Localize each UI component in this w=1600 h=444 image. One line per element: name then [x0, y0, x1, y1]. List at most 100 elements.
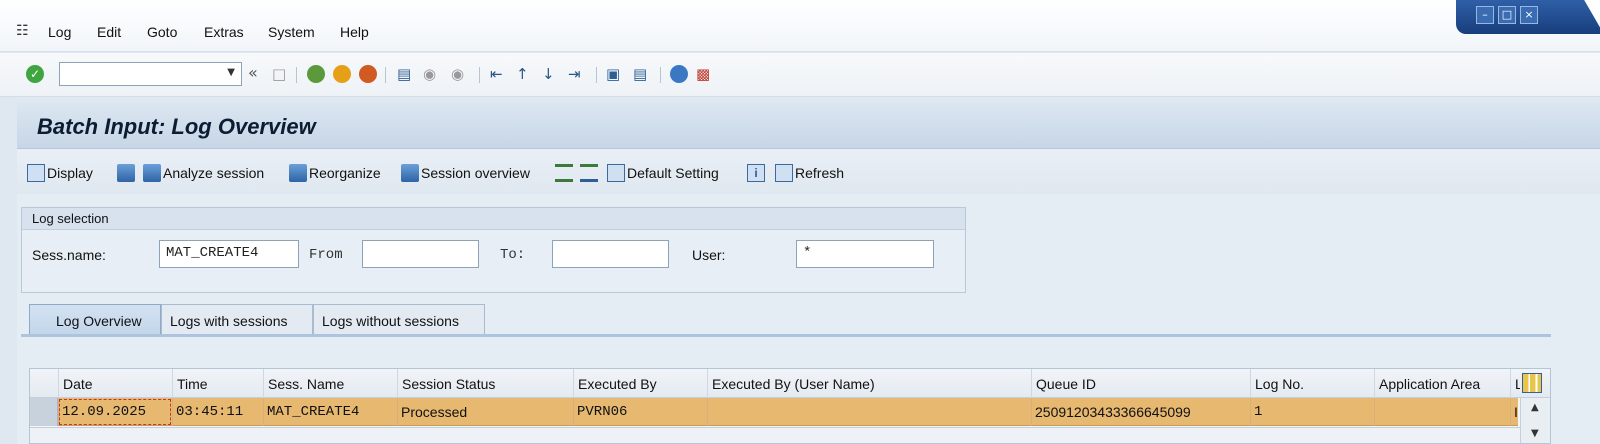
log-table: Date Time Sess. Name Session Status Exec… — [29, 368, 1551, 444]
session-overview-icon — [401, 164, 419, 182]
column-session-status[interactable]: Session Status — [397, 369, 573, 398]
main-area: Batch Input: Log Overview Display Analyz… — [17, 103, 1600, 444]
session-overview-label: Session overview — [421, 165, 530, 181]
info-icon: i — [747, 164, 765, 182]
user-label: User: — [692, 247, 726, 263]
reorganize-button[interactable]: Reorganize — [289, 162, 381, 184]
tab-strip: Log Overview Logs with sessions Logs wit… — [21, 304, 1551, 336]
save-icon[interactable]: □ — [272, 65, 286, 83]
default-setting-icon — [607, 164, 625, 182]
cell-sess-name[interactable]: MAT_CREATE4 — [263, 398, 397, 426]
find-next-icon[interactable]: ◉ — [451, 65, 464, 83]
column-time[interactable]: Time — [172, 369, 263, 398]
menu-extras[interactable]: Extras — [204, 24, 244, 40]
toolbar-separator — [296, 67, 297, 83]
refresh-label: Refresh — [795, 165, 845, 181]
chevron-down-icon[interactable]: ▼ — [227, 67, 235, 78]
column-log-no[interactable]: Log No. — [1250, 369, 1374, 398]
info-button[interactable]: i — [747, 162, 767, 184]
vertical-scrollbar[interactable]: ▲ ▼ — [1520, 398, 1550, 443]
first-page-icon[interactable]: ⇤ — [490, 65, 503, 83]
filter-button[interactable] — [580, 162, 600, 184]
help-icon[interactable] — [670, 65, 688, 83]
next-page-icon[interactable]: ↓ — [542, 65, 555, 83]
cell-time[interactable]: 03:45:11 — [172, 398, 263, 426]
column-date[interactable]: Date — [58, 369, 172, 398]
scroll-down-icon[interactable]: ▼ — [1531, 428, 1539, 439]
menu-help[interactable]: Help — [340, 24, 369, 40]
create-session-icon[interactable]: ▣ — [606, 65, 620, 83]
filter-icon — [580, 164, 598, 182]
toolbar-separator — [660, 67, 661, 83]
reorganize-icon — [289, 164, 307, 182]
default-setting-label: Default Setting — [627, 165, 719, 181]
window-controls: – □ × — [1456, 0, 1600, 34]
minimize-icon[interactable]: – — [1476, 6, 1494, 24]
find-icon[interactable]: ◉ — [423, 65, 436, 83]
tab-log-overview[interactable]: Log Overview — [29, 304, 161, 334]
column-executed-by-user-name[interactable]: Executed By (User Name) — [707, 369, 1031, 398]
table-row[interactable]: 12.09.2025 03:45:11 MAT_CREATE4 Processe… — [58, 398, 1518, 426]
customize-layout-icon[interactable]: ▩ — [696, 65, 710, 83]
cell-executed-by-user-name[interactable] — [707, 398, 1031, 426]
application-toolbar: Display Analyze session Reorganize Sessi… — [17, 150, 1600, 194]
tab-logs-without-sessions[interactable]: Logs without sessions — [313, 304, 485, 334]
print-icon[interactable]: ▤ — [397, 65, 411, 83]
exit-icon[interactable] — [333, 65, 351, 83]
column-application-area[interactable]: Application Area — [1374, 369, 1510, 398]
table-row[interactable] — [30, 427, 1520, 443]
session-overview-button[interactable]: Session overview — [401, 162, 530, 184]
menu-goto[interactable]: Goto — [147, 24, 177, 40]
previous-page-icon[interactable]: ↑ — [516, 65, 529, 83]
cell-extra[interactable]: I — [1510, 398, 1518, 426]
sort-ascending-icon — [555, 164, 573, 182]
trash-icon — [117, 164, 135, 182]
row-selector[interactable] — [30, 398, 58, 426]
user-input[interactable]: * — [796, 240, 934, 268]
collapse-icon[interactable]: « — [248, 63, 258, 82]
delete-button[interactable] — [117, 162, 137, 184]
refresh-button[interactable]: Refresh — [775, 162, 844, 184]
last-page-icon[interactable]: ⇥ — [568, 65, 581, 83]
maximize-icon[interactable]: □ — [1498, 6, 1516, 24]
display-button[interactable]: Display — [27, 162, 93, 184]
sort-ascending-button[interactable] — [555, 162, 575, 184]
scroll-up-icon[interactable]: ▲ — [1531, 402, 1539, 413]
toolbar-separator — [596, 67, 597, 83]
menu-edit[interactable]: Edit — [97, 24, 121, 40]
cancel-icon[interactable] — [359, 65, 377, 83]
table-header: Date Time Sess. Name Session Status Exec… — [30, 369, 1550, 398]
analyze-session-button[interactable]: Analyze session — [143, 162, 264, 184]
column-sess-name[interactable]: Sess. Name — [263, 369, 397, 398]
default-setting-button[interactable]: Default Setting — [607, 162, 719, 184]
sess-name-input[interactable]: MAT_CREATE4 — [159, 240, 299, 268]
ok-icon[interactable]: ✓ — [26, 65, 44, 83]
to-input[interactable] — [552, 240, 669, 268]
menu-icon[interactable]: ☷ — [16, 22, 29, 39]
tab-logs-with-sessions[interactable]: Logs with sessions — [161, 304, 313, 334]
menu-system[interactable]: System — [268, 24, 315, 40]
cell-queue-id[interactable]: 25091203433366645099 — [1031, 398, 1250, 426]
display-label: Display — [47, 165, 93, 181]
to-label: To: — [500, 247, 526, 263]
command-field[interactable]: ▼ — [59, 62, 242, 86]
column-settings-icon[interactable] — [1522, 373, 1542, 393]
cell-session-status[interactable]: Processed — [397, 398, 573, 426]
close-icon[interactable]: × — [1520, 6, 1538, 24]
column-executed-by[interactable]: Executed By — [573, 369, 707, 398]
cell-executed-by[interactable]: PVRN06 — [573, 398, 707, 426]
menu-log[interactable]: Log — [48, 24, 71, 40]
display-icon — [27, 164, 45, 182]
column-queue-id[interactable]: Queue ID — [1031, 369, 1250, 398]
toolbar-separator — [479, 67, 480, 83]
cell-log-no[interactable]: 1 — [1250, 398, 1374, 426]
menu-bar: ☷ Log Edit Goto Extras System Help – □ × — [0, 0, 1600, 52]
column-extra[interactable]: L — [1510, 369, 1520, 398]
cell-application-area[interactable] — [1374, 398, 1510, 426]
back-icon[interactable] — [307, 65, 325, 83]
from-input[interactable] — [362, 240, 479, 268]
cell-date[interactable]: 12.09.2025 — [58, 398, 172, 426]
page-title: Batch Input: Log Overview — [37, 114, 316, 139]
log-selection-title: Log selection — [32, 211, 109, 226]
generate-shortcut-icon[interactable]: ▤ — [633, 65, 647, 83]
